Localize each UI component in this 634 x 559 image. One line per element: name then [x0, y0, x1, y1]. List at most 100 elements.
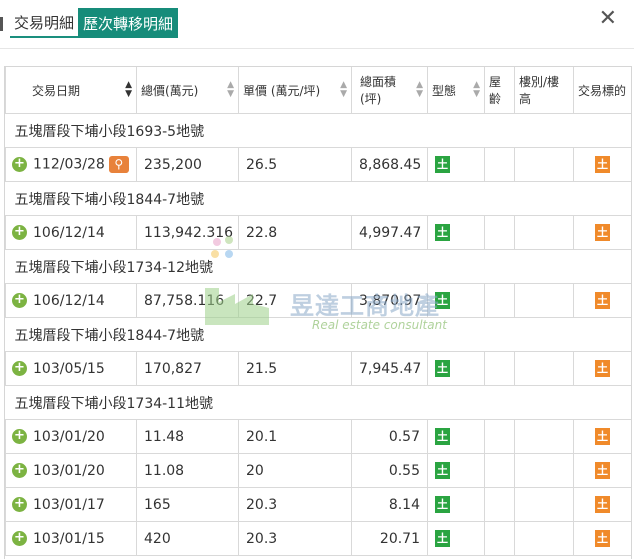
area-cell: 8.14: [351, 487, 428, 522]
group-row: 五塊厝段下埔小段1734-12地號: [5, 249, 631, 284]
close-icon[interactable]: ✕: [599, 6, 617, 31]
age-cell: [484, 147, 515, 182]
expand-plus-icon[interactable]: +: [12, 429, 27, 444]
expand-plus-icon[interactable]: +: [12, 157, 27, 172]
area-cell: 7,945.47: [351, 351, 428, 386]
target-cell: 土: [573, 351, 631, 386]
unit-price-cell: 20.3: [238, 521, 352, 556]
sort-icon[interactable]: ▲ ▼: [416, 81, 423, 99]
table-row[interactable]: +106/12/14 113,942.316 22.8 4,997.47 土土: [5, 215, 631, 250]
table-row[interactable]: +103/01/20 11.48 20.1 0.57 土土: [5, 419, 631, 454]
unit-price-cell: 26.5: [238, 147, 352, 182]
total-price-cell: 11.08: [136, 453, 239, 488]
floor-cell: [514, 283, 574, 318]
tab-transaction-details[interactable]: 交易明細: [10, 8, 79, 38]
magnify-icon[interactable]: ⚲: [108, 156, 129, 173]
expand-plus-icon[interactable]: +: [12, 293, 27, 308]
target-cell: 土: [573, 419, 631, 454]
land-target-badge: 土: [595, 292, 610, 309]
date-cell: +103/01/17: [5, 487, 137, 522]
col-area-header[interactable]: 總面積 (坪) ▲ ▼: [351, 67, 428, 114]
total-price-cell: 235,200: [136, 147, 239, 182]
group-row: 五塊厝段下埔小段1844-7地號: [5, 181, 631, 216]
col-date-header[interactable]: 交易日期 ▲ ▼: [5, 67, 137, 114]
target-cell: 土: [573, 453, 631, 488]
expand-plus-icon[interactable]: +: [12, 463, 27, 478]
col-area-label: 總面積 (坪): [360, 75, 397, 106]
date-cell: +103/01/20: [5, 419, 137, 454]
land-type-badge: 土: [435, 462, 450, 479]
total-price-cell: 87,758.116: [136, 283, 239, 318]
area-cell: 0.55: [351, 453, 428, 488]
table-row[interactable]: +112/03/28 ⚲ 235,200 26.5 8,868.45 土土: [5, 147, 631, 182]
table-body: 五塊厝段下埔小段1693-5地號 +112/03/28 ⚲ 235,200 26.5 8,…: [5, 113, 631, 556]
area-cell: 20.71: [351, 521, 428, 556]
area-cell: 4,997.47: [351, 215, 428, 250]
type-cell: 土: [427, 419, 485, 454]
table-row[interactable]: +106/12/14 87,758.116 22.7 3,870.97 土土: [5, 283, 631, 318]
col-type-header[interactable]: 型態 ▲ ▼: [427, 67, 485, 114]
group-title: 五塊厝段下埔小段1693-5地號: [5, 113, 631, 148]
table-row[interactable]: +103/01/20 11.08 20 0.55 土土: [5, 453, 631, 488]
date-value: 103/01/15: [33, 530, 105, 547]
date-cell: +103/01/15: [5, 521, 137, 556]
col-unit-header[interactable]: 單價 (萬元/坪) ▲ ▼: [238, 67, 352, 114]
sort-icon[interactable]: ▲ ▼: [227, 81, 234, 99]
col-floor-label: 樓別/樓高: [519, 75, 560, 106]
sort-icon[interactable]: ▲ ▼: [473, 81, 480, 99]
col-floor-header: 樓別/樓高: [514, 67, 574, 114]
type-cell: 土: [427, 351, 485, 386]
target-cell: 土: [573, 487, 631, 522]
target-cell: 土: [573, 283, 631, 318]
total-price-cell: 11.48: [136, 419, 239, 454]
date-cell: +103/05/15: [5, 351, 137, 386]
age-cell: [484, 215, 515, 250]
col-target-header: 交易標的: [573, 67, 631, 114]
age-cell: [484, 453, 515, 488]
target-cell: 土: [573, 147, 631, 182]
land-type-badge: 土: [435, 530, 450, 547]
group-title: 五塊厝段下埔小段1844-7地號: [5, 317, 631, 352]
group-title: 五塊厝段下埔小段1734-11地號: [5, 385, 631, 420]
expand-plus-icon[interactable]: +: [12, 497, 27, 512]
table-row[interactable]: +103/05/15 170,827 21.5 7,945.47 土土: [5, 351, 631, 386]
area-cell: 0.57: [351, 419, 428, 454]
date-value: 103/01/20: [33, 428, 105, 445]
land-target-badge: 土: [595, 530, 610, 547]
expand-plus-icon[interactable]: +: [12, 361, 27, 376]
land-type-badge: 土: [435, 360, 450, 377]
unit-price-cell: 22.8: [238, 215, 352, 250]
age-cell: [484, 283, 515, 318]
sort-desc-icon[interactable]: ▲ ▼: [125, 81, 132, 99]
total-price-cell: 420: [136, 521, 239, 556]
transfer-table-container[interactable]: 交易日期 ▲ ▼ 總價(萬元) ▲ ▼ 單價 (萬元/坪) ▲ ▼ 總面積 (坪) ▲ ▼ 型態…: [4, 66, 632, 559]
land-target-badge: 土: [595, 496, 610, 513]
date-cell: +112/03/28 ⚲: [5, 147, 137, 182]
tab-transfer-history[interactable]: 歷次轉移明細: [78, 8, 179, 38]
table-row[interactable]: +103/01/17 165 20.3 8.14 土土: [5, 487, 631, 522]
group-title: 五塊厝段下埔小段1734-12地號: [5, 249, 631, 284]
expand-plus-icon[interactable]: +: [12, 225, 27, 240]
floor-cell: [514, 147, 574, 182]
unit-price-cell: 20.1: [238, 419, 352, 454]
date-value: 103/01/20: [33, 462, 105, 479]
land-type-badge: 土: [435, 428, 450, 445]
col-target-label: 交易標的: [578, 83, 627, 98]
floor-cell: [514, 521, 574, 556]
total-price-cell: 170,827: [136, 351, 239, 386]
expand-plus-icon[interactable]: +: [12, 531, 27, 546]
col-age-header: 屋齡: [484, 67, 515, 114]
land-type-badge: 土: [435, 224, 450, 241]
sort-icon[interactable]: ▲ ▼: [340, 81, 347, 99]
unit-price-cell: 20.3: [238, 487, 352, 522]
col-total-header[interactable]: 總價(萬元) ▲ ▼: [136, 67, 239, 114]
land-type-badge: 土: [435, 156, 450, 173]
target-cell: 土: [573, 215, 631, 250]
unit-price-cell: 22.7: [238, 283, 352, 318]
type-cell: 土: [427, 487, 485, 522]
floor-cell: [514, 453, 574, 488]
table-row[interactable]: +103/01/15 420 20.3 20.71 土土: [5, 521, 631, 556]
land-target-badge: 土: [595, 156, 610, 173]
table-header-row: 交易日期 ▲ ▼ 總價(萬元) ▲ ▼ 單價 (萬元/坪) ▲ ▼ 總面積 (坪) ▲ ▼ 型態…: [5, 67, 631, 114]
land-type-badge: 土: [435, 496, 450, 513]
